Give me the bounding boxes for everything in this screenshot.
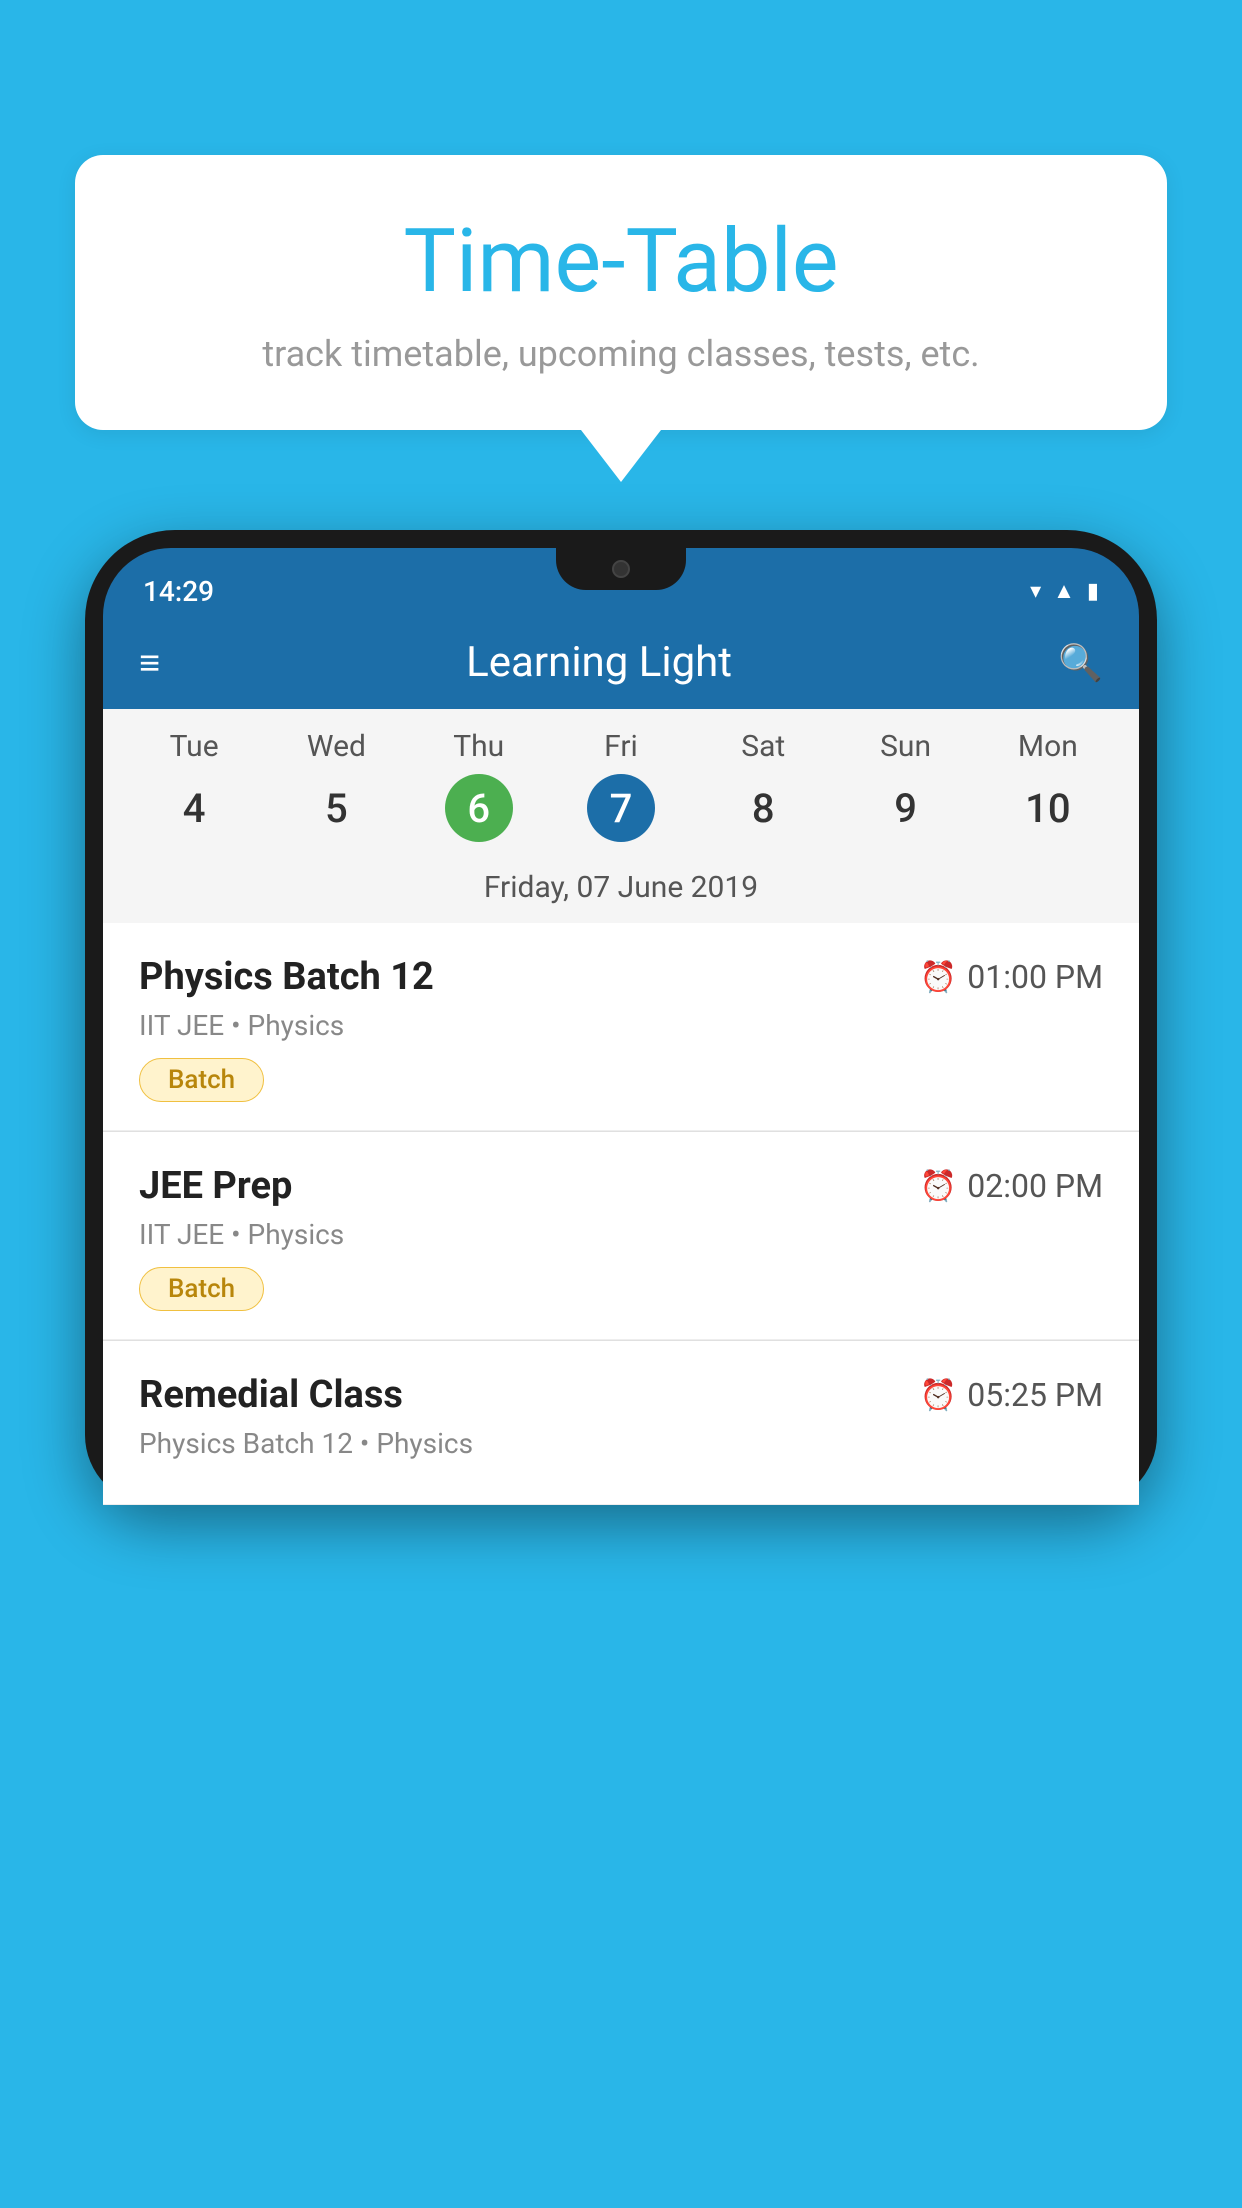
search-icon[interactable]: 🔍 bbox=[1058, 642, 1103, 684]
schedule-item-3-title: Remedial Class bbox=[139, 1373, 403, 1417]
signal-icon: ▲ bbox=[1053, 578, 1075, 604]
day-name-sat: Sat bbox=[692, 729, 834, 764]
phone-mockup: 14:29 ▾ ▲ ▮ ≡ Learning Light 🔍 Tue Wed T… bbox=[85, 530, 1157, 2208]
schedule-item-3-header: Remedial Class ⏰ 05:25 PM bbox=[139, 1373, 1103, 1417]
status-bar: 14:29 ▾ ▲ ▮ bbox=[103, 548, 1139, 616]
schedule-item-2-time: ⏰ 02:00 PM bbox=[920, 1167, 1103, 1205]
day-name-wed: Wed bbox=[265, 729, 407, 764]
day-name-sun: Sun bbox=[834, 729, 976, 764]
day-7-selected[interactable]: 7 bbox=[587, 774, 655, 842]
clock-icon-2: ⏰ bbox=[920, 1169, 957, 1204]
battery-icon: ▮ bbox=[1087, 579, 1099, 604]
speech-bubble-section: Time-Table track timetable, upcoming cla… bbox=[75, 155, 1167, 482]
batch-tag-2: Batch bbox=[139, 1267, 264, 1311]
app-title: Learning Light bbox=[190, 638, 1008, 687]
camera bbox=[612, 560, 630, 578]
schedule-item-2[interactable]: JEE Prep ⏰ 02:00 PM IIT JEE • Physics Ba… bbox=[103, 1132, 1139, 1340]
schedule-item-2-title: JEE Prep bbox=[139, 1164, 292, 1208]
schedule-item-2-header: JEE Prep ⏰ 02:00 PM bbox=[139, 1164, 1103, 1208]
batch-tag-1: Batch bbox=[139, 1058, 264, 1102]
speech-bubble-title: Time-Table bbox=[135, 210, 1107, 313]
speech-bubble-subtitle: track timetable, upcoming classes, tests… bbox=[135, 333, 1107, 375]
schedule-item-1-header: Physics Batch 12 ⏰ 01:00 PM bbox=[139, 955, 1103, 999]
status-time: 14:29 bbox=[143, 575, 214, 608]
day-names-row: Tue Wed Thu Fri Sat Sun Mon bbox=[103, 709, 1139, 769]
day-9[interactable]: 9 bbox=[834, 774, 976, 842]
schedule-item-3-time: ⏰ 05:25 PM bbox=[920, 1376, 1103, 1414]
speech-bubble-card: Time-Table track timetable, upcoming cla… bbox=[75, 155, 1167, 430]
schedule-item-1-time: ⏰ 01:00 PM bbox=[920, 958, 1103, 996]
day-name-fri: Fri bbox=[550, 729, 692, 764]
day-6-today[interactable]: 6 bbox=[445, 774, 513, 842]
schedule-item-3[interactable]: Remedial Class ⏰ 05:25 PM Physics Batch … bbox=[103, 1341, 1139, 1505]
clock-icon-1: ⏰ bbox=[920, 960, 957, 995]
schedule-item-3-subtitle: Physics Batch 12 • Physics bbox=[139, 1427, 1103, 1460]
schedule-item-1-subtitle: IIT JEE • Physics bbox=[139, 1009, 1103, 1042]
day-4[interactable]: 4 bbox=[123, 774, 265, 842]
speech-bubble-arrow bbox=[581, 430, 661, 482]
schedule-item-2-subtitle: IIT JEE • Physics bbox=[139, 1218, 1103, 1251]
status-icons: ▾ ▲ ▮ bbox=[1030, 578, 1099, 604]
day-numbers-row: 4 5 6 7 8 9 10 bbox=[103, 769, 1139, 862]
day-10[interactable]: 10 bbox=[977, 774, 1119, 842]
day-name-thu: Thu bbox=[408, 729, 550, 764]
schedule-list: Physics Batch 12 ⏰ 01:00 PM IIT JEE • Ph… bbox=[103, 923, 1139, 1505]
day-name-mon: Mon bbox=[977, 729, 1119, 764]
wifi-icon: ▾ bbox=[1030, 579, 1041, 604]
clock-icon-3: ⏰ bbox=[920, 1378, 957, 1413]
selected-date-label: Friday, 07 June 2019 bbox=[103, 862, 1139, 923]
day-8[interactable]: 8 bbox=[692, 774, 834, 842]
schedule-item-1-title: Physics Batch 12 bbox=[139, 955, 434, 999]
phone-outer-frame: 14:29 ▾ ▲ ▮ ≡ Learning Light 🔍 Tue Wed T… bbox=[85, 530, 1157, 1505]
day-5[interactable]: 5 bbox=[265, 774, 407, 842]
menu-icon[interactable]: ≡ bbox=[139, 645, 160, 681]
notch-cutout bbox=[556, 548, 686, 590]
schedule-item-1[interactable]: Physics Batch 12 ⏰ 01:00 PM IIT JEE • Ph… bbox=[103, 923, 1139, 1131]
calendar-strip: Tue Wed Thu Fri Sat Sun Mon 4 5 6 7 8 9 … bbox=[103, 709, 1139, 923]
day-name-tue: Tue bbox=[123, 729, 265, 764]
app-bar: ≡ Learning Light 🔍 bbox=[103, 616, 1139, 709]
